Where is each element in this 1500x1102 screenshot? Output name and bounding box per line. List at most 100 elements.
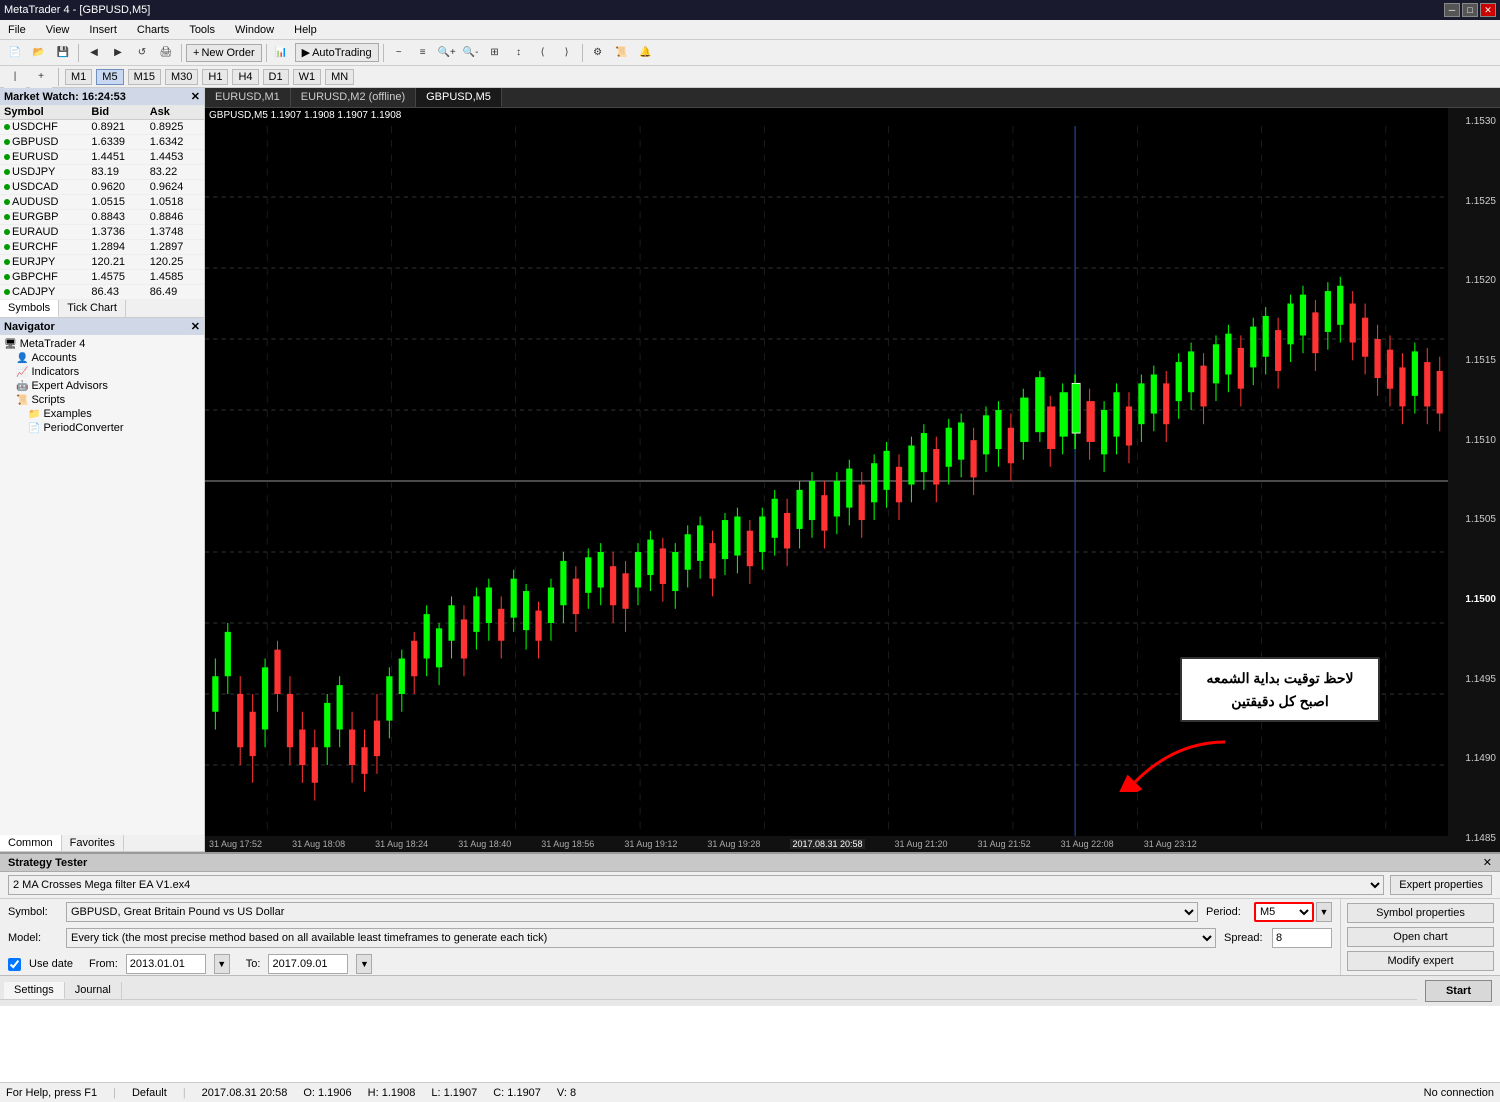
periods-btn[interactable]: ≡ xyxy=(412,42,434,64)
market-watch-header: Market Watch: 16:24:53 ✕ xyxy=(0,88,204,105)
chart-tab-eurusd-m1[interactable]: EURUSD,M1 xyxy=(205,88,291,107)
tab-tick-chart[interactable]: Tick Chart xyxy=(59,300,126,317)
nav-label: PeriodConverter xyxy=(43,422,123,434)
model-select[interactable]: Every tick (the most precise method base… xyxy=(66,928,1216,948)
tf-m5[interactable]: M5 xyxy=(96,69,123,85)
market-watch-row[interactable]: EURGBP 0.8843 0.8846 xyxy=(0,210,204,225)
market-watch-close[interactable]: ✕ xyxy=(191,90,200,103)
nav-icon: 📜 xyxy=(16,395,28,406)
market-watch-row[interactable]: CADJPY 86.43 86.49 xyxy=(0,285,204,300)
menu-tools[interactable]: Tools xyxy=(185,22,219,38)
print-btn[interactable]: 🖨 xyxy=(155,42,177,64)
period-select[interactable]: M5 xyxy=(1254,902,1314,922)
chart-style-btn[interactable]: 📊 xyxy=(271,42,293,64)
tf-m15[interactable]: M15 xyxy=(128,69,161,85)
tf-m1[interactable]: M1 xyxy=(65,69,92,85)
market-watch-row[interactable]: EURCHF 1.2894 1.2897 xyxy=(0,240,204,255)
market-watch-row[interactable]: USDCAD 0.9620 0.9624 xyxy=(0,180,204,195)
nav-item-expert-advisors[interactable]: 🤖Expert Advisors xyxy=(0,379,204,393)
grid-btn[interactable]: ⊞ xyxy=(484,42,506,64)
nav-item-scripts[interactable]: 📜Scripts xyxy=(0,393,204,407)
market-watch-row[interactable]: GBPCHF 1.4575 1.4585 xyxy=(0,270,204,285)
tf-w1[interactable]: W1 xyxy=(293,69,322,85)
ea-dropdown[interactable]: 2 MA Crosses Mega filter EA V1.ex4 xyxy=(8,875,1384,895)
expert-btn[interactable]: ⚙ xyxy=(587,42,609,64)
back2-btn[interactable]: ⟨ xyxy=(532,42,554,64)
to-cal-btn[interactable]: ▼ xyxy=(356,954,372,974)
market-watch-row[interactable]: USDCHF 0.8921 0.8925 xyxy=(0,120,204,135)
market-watch-row[interactable]: EURAUD 1.3736 1.3748 xyxy=(0,225,204,240)
indicators-btn[interactable]: ~ xyxy=(388,42,410,64)
tf-h4[interactable]: H4 xyxy=(232,69,258,85)
forward-btn[interactable]: ▶ xyxy=(107,42,129,64)
nav-item-metatrader-4[interactable]: 🖥MetaTrader 4 xyxy=(0,337,204,351)
chart-tab-gbpusd-m5[interactable]: GBPUSD,M5 xyxy=(416,88,502,107)
tester-tab-settings[interactable]: Settings xyxy=(4,982,65,999)
nav-item-periodconverter[interactable]: 📄PeriodConverter xyxy=(0,421,204,435)
menu-window[interactable]: Window xyxy=(231,22,278,38)
symbol-select[interactable]: GBPUSD, Great Britain Pound vs US Dollar xyxy=(66,902,1198,922)
nav-item-indicators[interactable]: 📈Indicators xyxy=(0,365,204,379)
from-cal-btn[interactable]: ▼ xyxy=(214,954,230,974)
tf-crosshair-btn[interactable]: + xyxy=(30,66,52,88)
market-watch-row[interactable]: EURUSD 1.4451 1.4453 xyxy=(0,150,204,165)
open-btn[interactable]: 📂 xyxy=(28,42,50,64)
refresh-btn[interactable]: ↺ xyxy=(131,42,153,64)
navigator-close[interactable]: ✕ xyxy=(191,320,200,333)
status-dot xyxy=(4,139,10,145)
mw-symbol: CADJPY xyxy=(0,285,87,300)
maximize-btn[interactable]: □ xyxy=(1462,3,1478,17)
close-btn[interactable]: ✕ xyxy=(1480,3,1496,17)
modify-expert-btn[interactable]: Modify expert xyxy=(1347,951,1494,971)
symbol-properties-btn[interactable]: Symbol properties xyxy=(1347,903,1494,923)
back-btn[interactable]: ◀ xyxy=(83,42,105,64)
from-input[interactable] xyxy=(126,954,206,974)
to-input[interactable] xyxy=(268,954,348,974)
market-watch-row[interactable]: EURJPY 120.21 120.25 xyxy=(0,255,204,270)
menu-insert[interactable]: Insert xyxy=(85,22,121,38)
new-chart-btn[interactable]: 📄 xyxy=(4,42,26,64)
tf-line-btn[interactable]: | xyxy=(4,66,26,88)
menu-view[interactable]: View xyxy=(42,22,74,38)
new-order-btn[interactable]: + New Order xyxy=(186,44,262,62)
market-watch-row[interactable]: GBPUSD 1.6339 1.6342 xyxy=(0,135,204,150)
open-chart-btn[interactable]: Open chart xyxy=(1347,927,1494,947)
price-2: 1.1525 xyxy=(1450,196,1498,207)
zoom-out-btn[interactable]: 🔍- xyxy=(460,42,482,64)
tab-symbols[interactable]: Symbols xyxy=(0,300,59,317)
zoom-in-btn[interactable]: 🔍+ xyxy=(436,42,458,64)
period-arrow-btn[interactable]: ▼ xyxy=(1316,902,1332,922)
market-watch-row[interactable]: USDJPY 83.19 83.22 xyxy=(0,165,204,180)
nav-common-tabs: Common Favorites xyxy=(0,835,204,852)
tf-mn[interactable]: MN xyxy=(325,69,354,85)
menu-charts[interactable]: Charts xyxy=(133,22,173,38)
nav-tab-favorites[interactable]: Favorites xyxy=(62,835,124,851)
tf-m30[interactable]: M30 xyxy=(165,69,198,85)
start-btn[interactable]: Start xyxy=(1425,980,1492,1002)
scroll-btn[interactable]: ↕ xyxy=(508,42,530,64)
forward2-btn[interactable]: ⟩ xyxy=(556,42,578,64)
status-volume: V: 8 xyxy=(557,1087,576,1099)
market-watch-row[interactable]: AUDUSD 1.0515 1.0518 xyxy=(0,195,204,210)
tf-h1[interactable]: H1 xyxy=(202,69,228,85)
menu-help[interactable]: Help xyxy=(290,22,321,38)
nav-item-accounts[interactable]: 👤Accounts xyxy=(0,351,204,365)
tester-tab-journal[interactable]: Journal xyxy=(65,982,122,999)
spread-input[interactable] xyxy=(1272,928,1332,948)
nav-item-examples[interactable]: 📁Examples xyxy=(0,407,204,421)
mw-ask: 1.4453 xyxy=(146,150,204,165)
expert-properties-btn[interactable]: Expert properties xyxy=(1390,875,1492,895)
use-date-checkbox[interactable] xyxy=(8,958,21,971)
nav-tab-common[interactable]: Common xyxy=(0,835,62,851)
alert-btn[interactable]: 🔔 xyxy=(635,42,657,64)
save-btn[interactable]: 💾 xyxy=(52,42,74,64)
script-btn[interactable]: 📜 xyxy=(611,42,633,64)
tester-minimize[interactable]: ✕ xyxy=(1483,856,1492,869)
chart-tab-eurusd-m2[interactable]: EURUSD,M2 (offline) xyxy=(291,88,416,107)
autotrading-btn[interactable]: ▶ AutoTrading xyxy=(295,43,379,62)
minimize-btn[interactable]: ─ xyxy=(1444,3,1460,17)
tf-d1[interactable]: D1 xyxy=(263,69,289,85)
time-11: 31 Aug 22:08 xyxy=(1061,839,1114,849)
status-dot xyxy=(4,229,10,235)
menu-file[interactable]: File xyxy=(4,22,30,38)
